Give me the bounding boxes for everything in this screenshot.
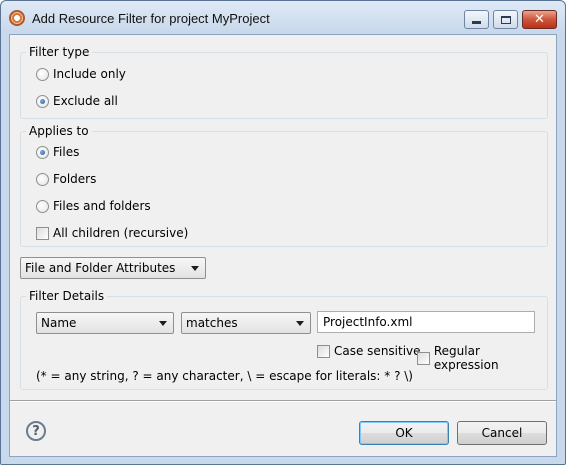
window-title: Add Resource Filter for project MyProjec… xyxy=(32,11,270,26)
help-button[interactable]: ? xyxy=(26,421,46,441)
files-and-folders-label: Files and folders xyxy=(53,199,151,213)
close-button[interactable]: ✕ xyxy=(522,10,557,29)
files-and-folders-radio[interactable]: Files and folders xyxy=(36,199,151,213)
footer-separator xyxy=(10,400,556,402)
dialog-window: Add Resource Filter for project MyProjec… xyxy=(0,0,566,465)
close-icon: ✕ xyxy=(534,12,545,27)
chevron-down-icon xyxy=(296,321,304,326)
case-sensitive-checkbox[interactable]: Case sensitive xyxy=(317,344,421,358)
minimize-button[interactable] xyxy=(464,10,489,29)
files-radio[interactable]: Files xyxy=(36,145,79,159)
radio-selected-icon xyxy=(36,94,49,108)
folders-radio[interactable]: Folders xyxy=(36,172,96,186)
regular-expression-checkbox[interactable]: Regular expression xyxy=(417,344,547,372)
cancel-button-label: Cancel xyxy=(481,426,523,440)
chevron-down-icon xyxy=(159,321,167,326)
maximize-button[interactable] xyxy=(493,10,518,29)
ok-button-label: OK xyxy=(395,426,413,440)
operator-value: matches xyxy=(186,316,238,330)
attributes-combo[interactable]: File and Folder Attributes xyxy=(20,257,206,279)
exclude-all-label: Exclude all xyxy=(53,94,118,108)
include-only-radio[interactable]: Include only xyxy=(36,67,126,81)
all-children-label: All children (recursive) xyxy=(53,226,189,240)
files-label: Files xyxy=(53,145,80,159)
title-bar[interactable]: Add Resource Filter for project MyProjec… xyxy=(1,1,565,34)
radio-icon xyxy=(36,199,49,213)
applies-to-legend: Applies to xyxy=(26,124,92,138)
help-icon: ? xyxy=(32,423,40,439)
all-children-checkbox[interactable]: All children (recursive) xyxy=(36,226,188,240)
folders-label: Folders xyxy=(53,172,97,186)
filter-details-group: Filter Details Name matches ProjectInfo.… xyxy=(20,289,548,390)
exclude-all-radio[interactable]: Exclude all xyxy=(36,94,118,108)
regular-expression-label: Regular expression xyxy=(433,344,499,372)
filter-type-group: Filter type Include only Exclude all xyxy=(20,45,548,119)
maximize-icon xyxy=(500,15,511,24)
checkbox-icon xyxy=(317,344,330,358)
applies-to-group: Applies to Files Folders Files and folde… xyxy=(20,124,548,247)
attribute-name-combo[interactable]: Name xyxy=(36,312,174,334)
filter-details-legend: Filter Details xyxy=(26,289,108,303)
radio-selected-icon xyxy=(36,145,49,159)
wildcard-hint: (* = any string, ? = any character, \ = … xyxy=(36,369,413,383)
minimize-icon xyxy=(472,21,481,24)
chevron-down-icon xyxy=(191,266,199,271)
cancel-button[interactable]: Cancel xyxy=(457,421,547,445)
checkbox-icon xyxy=(36,226,49,240)
filter-value-input[interactable]: ProjectInfo.xml xyxy=(317,311,535,333)
include-only-label: Include only xyxy=(53,67,126,81)
ok-button[interactable]: OK xyxy=(359,421,449,445)
attributes-combo-value: File and Folder Attributes xyxy=(25,261,176,275)
checkbox-icon xyxy=(417,351,430,365)
case-sensitive-label: Case sensitive xyxy=(334,344,421,358)
radio-icon xyxy=(36,67,49,81)
eclipse-app-icon xyxy=(9,10,25,26)
operator-combo[interactable]: matches xyxy=(181,312,311,334)
attribute-name-value: Name xyxy=(41,316,77,330)
radio-icon xyxy=(36,172,49,186)
filter-type-legend: Filter type xyxy=(26,45,93,59)
dialog-content: Filter type Include only Exclude all App… xyxy=(9,34,557,457)
